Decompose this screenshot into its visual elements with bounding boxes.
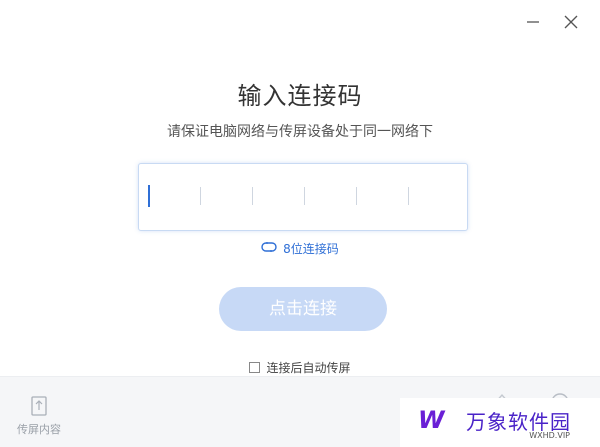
code-digit-separator [200, 187, 201, 205]
auto-share-checkbox[interactable] [249, 362, 261, 373]
code-length-switch[interactable]: 8位连接码 [0, 240, 600, 257]
code-digit-separator [304, 187, 305, 205]
watermark: W 万象软件园 WXHD.VIP [400, 398, 600, 447]
minimize-button[interactable] [524, 14, 542, 32]
switch-icon [261, 241, 277, 256]
page-subtitle: 请保证电脑网络与传屏设备处于同一网络下 [167, 124, 433, 140]
window-controls [524, 14, 580, 32]
code-digit-separator [252, 187, 253, 205]
code-digit-separator [408, 187, 409, 205]
page-title: 输入连接码 [237, 82, 363, 110]
close-button[interactable] [562, 14, 580, 32]
connection-code-input[interactable] [138, 163, 468, 231]
watermark-logo: W [418, 406, 445, 434]
code-digit-separator [356, 187, 357, 205]
auto-share-label: 连接后自动传屏 [266, 361, 351, 375]
auto-share-option[interactable]: 连接后自动传屏 [0, 359, 600, 376]
share-content-label: 传屏内容 [17, 423, 61, 436]
close-icon [564, 14, 578, 33]
share-content-button[interactable]: 传屏内容 [14, 395, 64, 437]
minimize-icon [526, 14, 540, 33]
code-length-switch-label: 8位连接码 [283, 242, 339, 256]
screen-share-icon [29, 395, 49, 417]
connect-button[interactable]: 点击连接 [219, 287, 387, 331]
watermark-url: WXHD.VIP [529, 431, 570, 440]
code-cursor [148, 185, 150, 207]
